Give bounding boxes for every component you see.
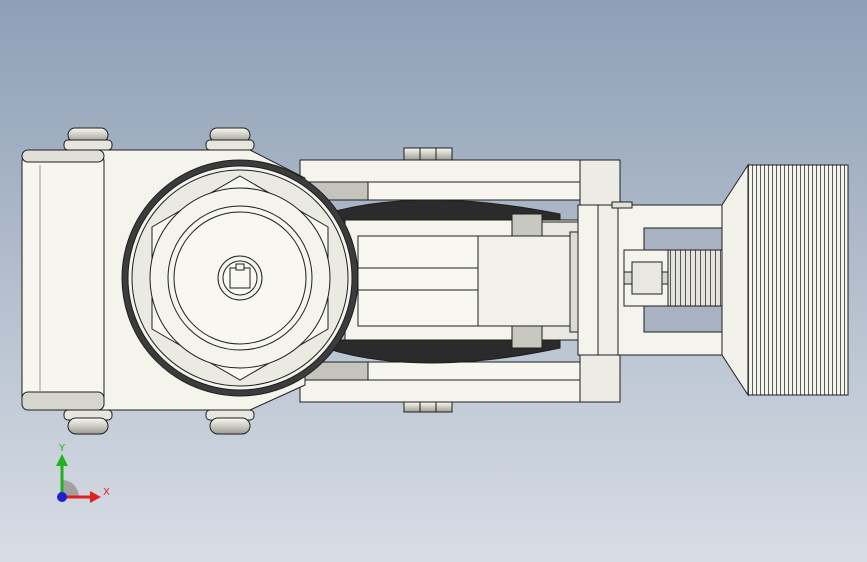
cad-viewport[interactable]: Y X (0, 0, 867, 562)
model-canvas[interactable] (0, 0, 867, 562)
wheel-assembly (121, 159, 359, 397)
bolt-bottom-mid (205, 409, 255, 435)
center-block (344, 213, 581, 349)
finned-knob (721, 163, 849, 397)
bolt-top-mid (205, 127, 255, 151)
triad-y-label: Y (59, 443, 66, 454)
nut-bottom-rail (403, 401, 453, 413)
triad-x-label: X (103, 487, 110, 498)
bolt-bottom-left (63, 409, 113, 435)
nut-top-rail (403, 147, 453, 161)
bolt-top-left (63, 127, 113, 151)
